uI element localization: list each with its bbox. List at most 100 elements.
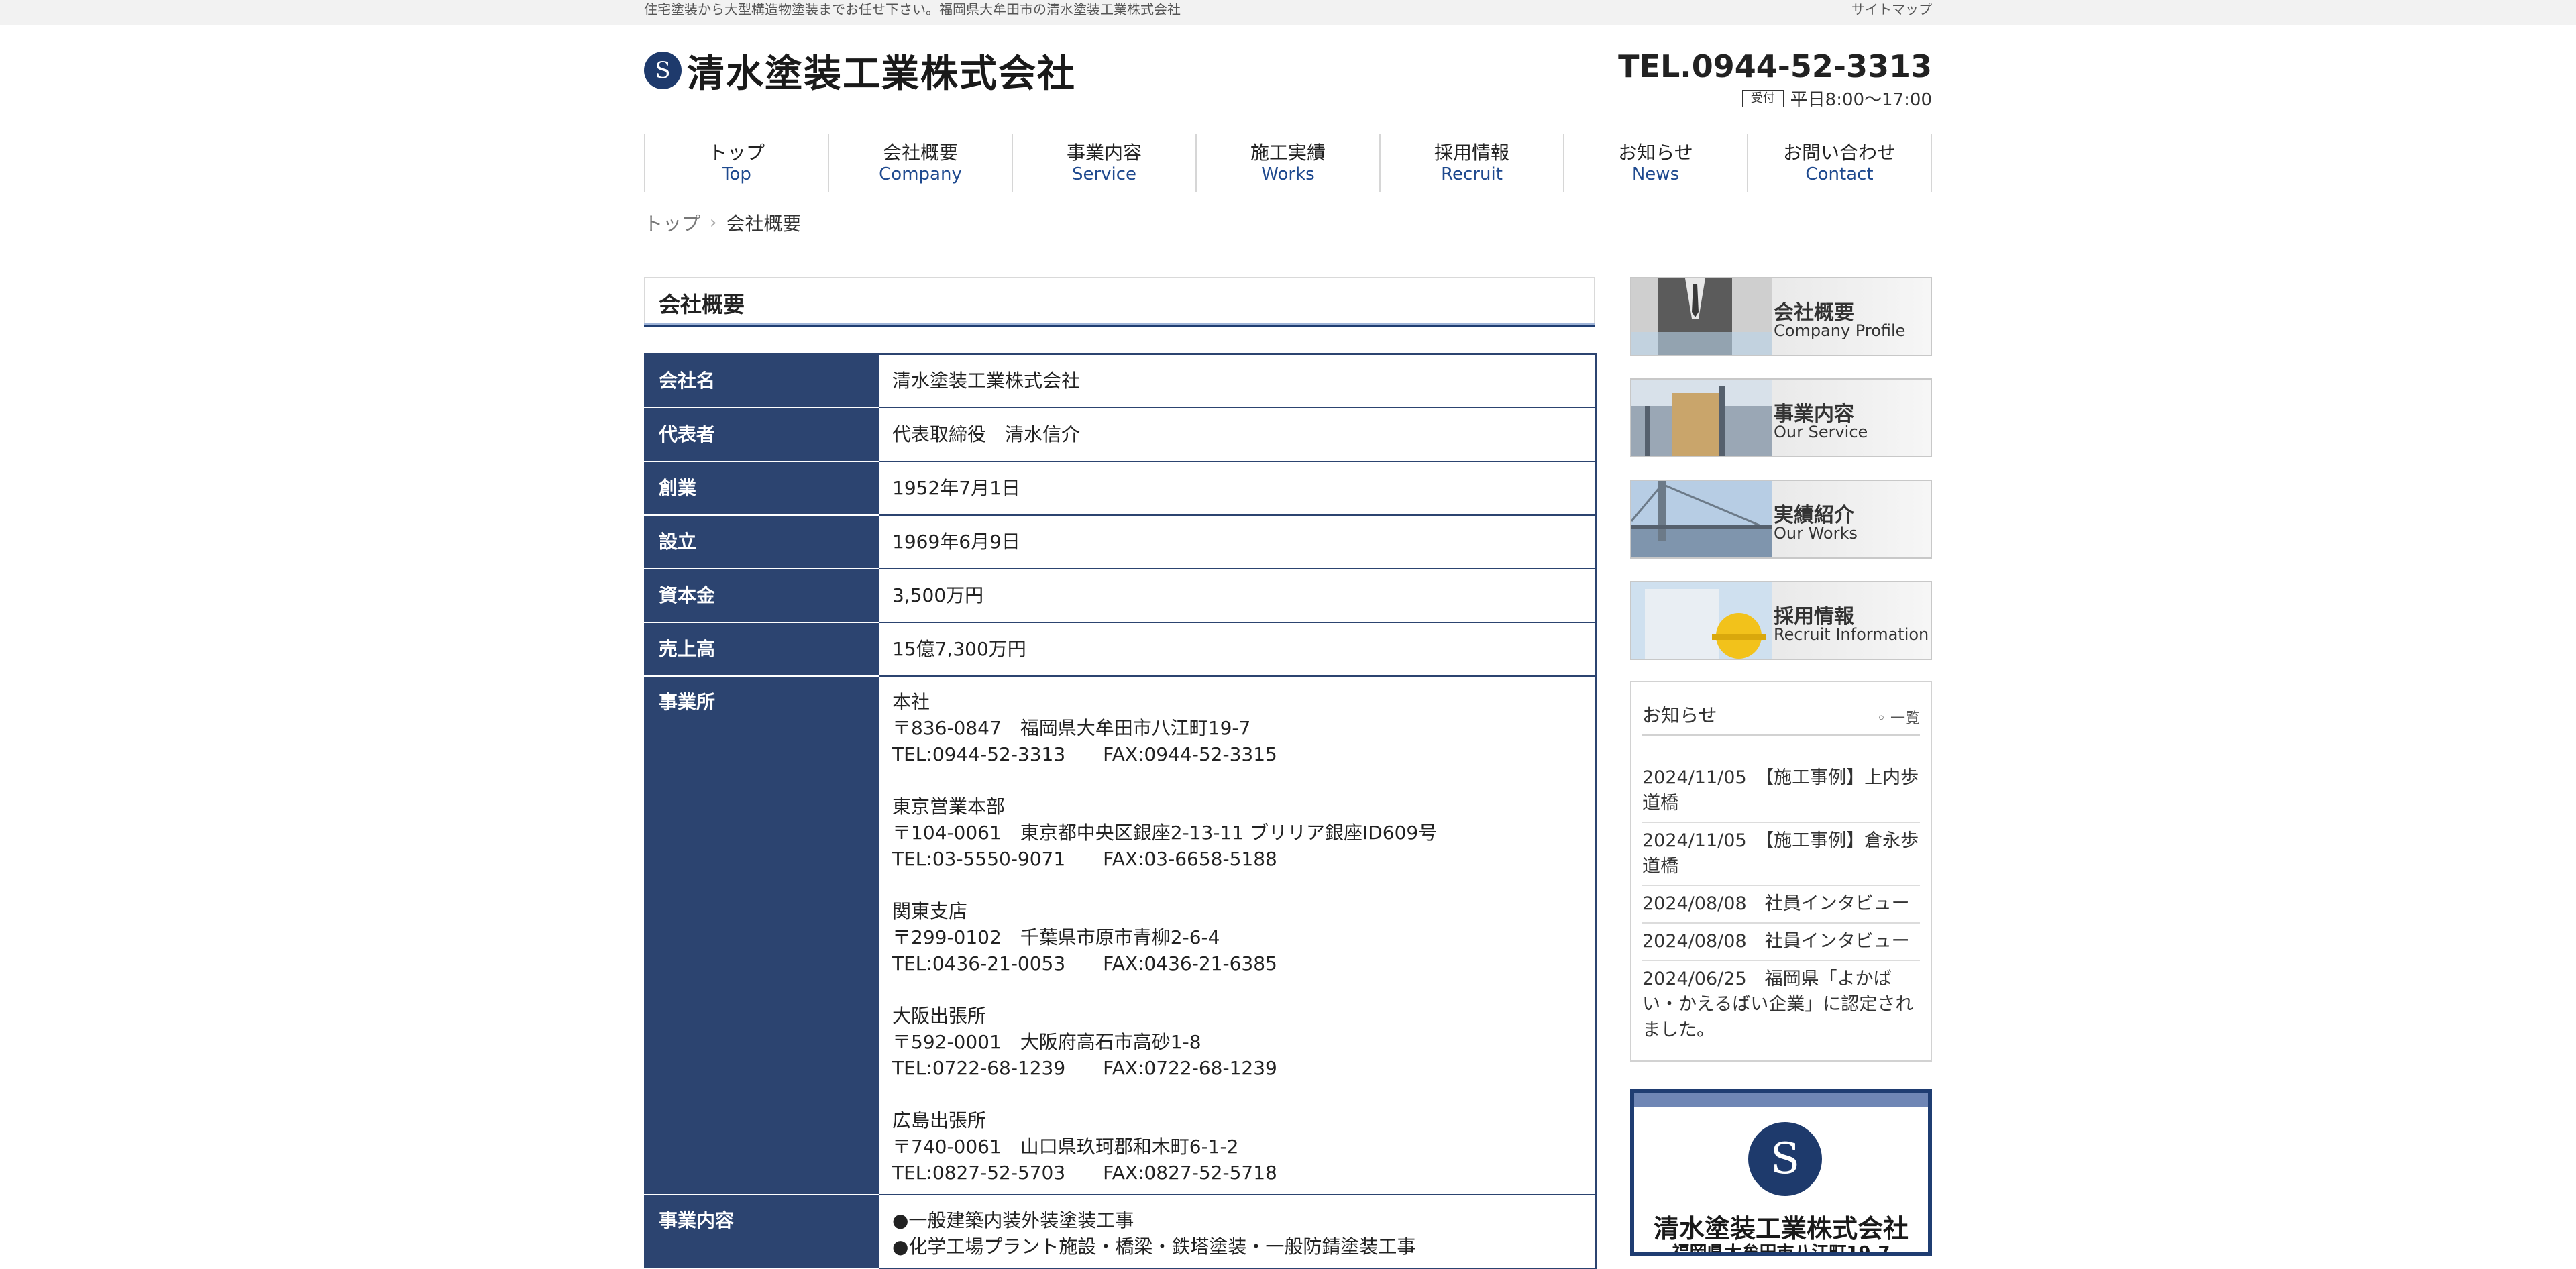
nav-item-works[interactable]: 施工実績 Works [1195,134,1379,192]
businessman-photo-icon [1631,278,1772,355]
row-value: 清水塗装工業株式会社 [877,353,1597,408]
row-label: 代表者 [644,407,879,462]
row-label: 資本金 [644,568,879,623]
banner-our-works[interactable]: 実績紹介 Our Works [1630,480,1932,559]
page-title: 会社概要 [659,292,745,317]
office-entry: 本社 〒836-0847 福岡県大牟田市八江町19-7 TEL:0944-52-… [892,689,1582,767]
news-item[interactable]: 2024/08/08 社員インタビュー [1642,886,1920,924]
company-card-banner[interactable]: S 清水塗装工業株式会社 福岡県大牟田市八江町19-7 [1630,1089,1932,1256]
row-label: 会社名 [644,353,879,408]
table-row: 資本金 3,500万円 [644,568,1597,623]
office-name: 本社 [892,691,930,713]
nav-label-en: Top [722,164,751,184]
table-row-offices: 事業所 本社 〒836-0847 福岡県大牟田市八江町19-7 TEL:0944… [644,675,1597,1195]
office-entry: 関東支店 〒299-0102 千葉県市原市青柳2-6-4 TEL:0436-21… [892,898,1582,977]
breadcrumb: トップ › 会社概要 [644,209,801,236]
nav-label-ja: トップ [708,142,765,164]
card-address: 福岡県大牟田市八江町19-7 [1672,1243,1890,1256]
nav-label-en: Company [879,164,962,184]
office-contact: TEL:0436-21-0053 FAX:0436-21-6385 [892,952,1277,975]
office-entry: 大阪出張所 〒592-0001 大阪府高石市高砂1-8 TEL:0722-68-… [892,1003,1582,1081]
title-underline [644,323,1595,327]
nav-item-top[interactable]: トップ Top [644,134,828,192]
row-value: 1969年6月9日 [877,514,1597,569]
news-header: お知らせ ◦ 一覧 [1642,701,1920,736]
card-stripe [1634,1093,1928,1107]
office-name: 東京営業本部 [892,795,1006,818]
banner-company-profile[interactable]: 会社概要 Company Profile [1630,277,1932,356]
office-address: 〒299-0102 千葉県市原市青柳2-6-4 [892,926,1220,948]
row-value: 15億7,300万円 [877,622,1597,677]
office-contact: TEL:03-5550-9071 FAX:03-6658-5188 [892,848,1277,870]
nav-label-en: Contact [1805,164,1874,184]
worker-photo-icon [1631,380,1772,456]
news-all-link[interactable]: ◦ 一覧 [1877,706,1920,728]
banner-our-service[interactable]: 事業内容 Our Service [1630,378,1932,457]
nav-label-ja: 採用情報 [1434,142,1509,164]
nav-item-recruit[interactable]: 採用情報 Recruit [1379,134,1563,192]
office-address: 〒836-0847 福岡県大牟田市八江町19-7 [892,717,1251,739]
nav-label-en: Recruit [1441,164,1503,184]
breadcrumb-home[interactable]: トップ [644,209,700,236]
global-nav: トップ Top 会社概要 Company 事業内容 Service 施工実績 W… [644,134,1932,192]
seahorse-logo-icon: S [644,52,682,89]
row-value: 1952年7月1日 [877,461,1597,516]
helmet-photo-icon [1631,582,1772,659]
table-row: 売上高 15億7,300万円 [644,622,1597,677]
row-value: 代表取締役 清水信介 [877,407,1597,462]
office-address: 〒740-0061 山口県玖珂郡和木町6-1-2 [892,1136,1239,1158]
company-info-table: 会社名 清水塗装工業株式会社 代表者 代表取締役 清水信介 創業 1952年7月… [644,353,1597,1269]
office-contact: TEL:0827-52-5703 FAX:0827-52-5718 [892,1162,1277,1184]
banner-title-en: Our Service [1774,423,1868,441]
business-hours: 受付 平日8:00〜17:00 [1741,86,1932,111]
hours-badge: 受付 [1741,89,1784,107]
table-row: 創業 1952年7月1日 [644,461,1597,516]
row-label: 設立 [644,514,879,569]
nav-label-en: News [1631,164,1680,184]
header-phone: TEL.0944-52-3313 [1618,48,1932,85]
logo-company-name: 清水塗装工業株式会社 [687,51,1076,96]
news-title: お知らせ [1642,704,1717,726]
company-logo[interactable]: S 清水塗装工業株式会社 [644,47,1076,96]
nav-item-news[interactable]: お知らせ News [1563,134,1747,192]
sitemap-link[interactable]: サイトマップ [1851,0,1932,19]
top-bar: 住宅塗装から大型構造物塗装までお任せ下さい。福岡県大牟田市の清水塗装工業株式会社… [0,0,2576,25]
hours-text: 平日8:00〜17:00 [1790,90,1932,110]
breadcrumb-current: 会社概要 [726,213,802,235]
business-cell: ●一般建築内装外装塗装工事 ●化学工場プラント施設・橋梁・鉄塔塗装・一般防錆塗装… [877,1194,1597,1269]
office-name: 関東支店 [892,900,968,922]
news-box: お知らせ ◦ 一覧 2024/11/05 【施工事例】上内歩道橋 2024/11… [1630,681,1932,1062]
banner-title-en: Our Works [1774,524,1858,543]
news-item[interactable]: 2024/08/08 社員インタビュー [1642,924,1920,961]
row-value: 3,500万円 [877,568,1597,623]
row-label: 事業内容 [644,1194,879,1269]
news-item[interactable]: 2024/11/05 【施工事例】倉永歩道橋 [1642,823,1920,886]
row-label: 売上高 [644,622,879,677]
nav-label-en: Works [1261,164,1315,184]
office-contact: TEL:0944-52-3313 FAX:0944-52-3315 [892,743,1277,765]
row-label: 創業 [644,461,879,516]
bridge-photo-icon [1631,481,1772,557]
banner-title-en: Company Profile [1774,321,1906,340]
office-name: 広島出張所 [892,1109,987,1132]
banner-title-en: Recruit Information [1774,625,1929,644]
business-item: ●化学工場プラント施設・橋梁・鉄塔塗装・一般防錆塗装工事 [892,1235,1416,1258]
news-item[interactable]: 2024/06/25 福岡県「よかばい・かえるばい企業」に認定されました。 [1642,961,1920,1048]
sidebar: 会社概要 Company Profile 事業内容 Our Service 実績… [1630,277,1932,1256]
office-entry: 東京営業本部 〒104-0061 東京都中央区銀座2-13-11 ブリリア銀座I… [892,793,1582,872]
nav-item-service[interactable]: 事業内容 Service [1012,134,1195,192]
page-title-box: 会社概要 [644,277,1595,324]
nav-label-ja: 会社概要 [882,142,958,164]
site-tagline: 住宅塗装から大型構造物塗装までお任せ下さい。福岡県大牟田市の清水塗装工業株式会社 [644,1,1181,17]
chevron-right-icon: › [710,213,717,233]
table-row: 代表者 代表取締役 清水信介 [644,407,1597,462]
banner-recruit[interactable]: 採用情報 Recruit Information [1630,581,1932,660]
office-contact: TEL:0722-68-1239 FAX:0722-68-1239 [892,1057,1277,1079]
nav-label-ja: 施工実績 [1250,142,1326,164]
nav-item-company[interactable]: 会社概要 Company [828,134,1012,192]
news-item[interactable]: 2024/11/05 【施工事例】上内歩道橋 [1642,760,1920,823]
table-row: 設立 1969年6月9日 [644,514,1597,569]
table-row-business: 事業内容 ●一般建築内装外装塗装工事 ●化学工場プラント施設・橋梁・鉄塔塗装・一… [644,1194,1597,1269]
nav-label-ja: 事業内容 [1066,142,1142,164]
nav-item-contact[interactable]: お問い合わせ Contact [1747,134,1932,192]
